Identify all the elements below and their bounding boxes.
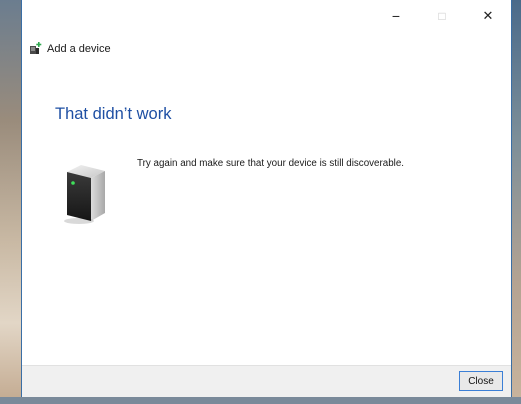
close-window-button[interactable]: ✕	[465, 0, 511, 32]
desktop-background-bottom	[0, 397, 521, 404]
close-button[interactable]: Close	[459, 371, 503, 391]
window-header: Add a device	[29, 42, 111, 55]
computer-tower-icon	[64, 165, 105, 224]
add-device-icon	[30, 42, 42, 54]
close-icon: ✕	[482, 8, 494, 23]
minimize-icon: −	[391, 8, 401, 24]
dialog-footer: Close	[22, 365, 511, 397]
minimize-button[interactable]: −	[373, 0, 419, 32]
maximize-icon: □	[438, 9, 446, 23]
add-device-window: − □ ✕ Add a device That didn’t work Try …	[21, 0, 512, 397]
error-message: Try again and make sure that your device…	[137, 158, 404, 169]
desktop-background-left	[0, 0, 21, 404]
maximize-button[interactable]: □	[419, 0, 465, 32]
desktop-background-right	[512, 0, 521, 404]
window-title: Add a device	[47, 42, 111, 55]
page-title: That didn’t work	[55, 105, 172, 123]
title-bar-controls: − □ ✕	[373, 0, 511, 32]
